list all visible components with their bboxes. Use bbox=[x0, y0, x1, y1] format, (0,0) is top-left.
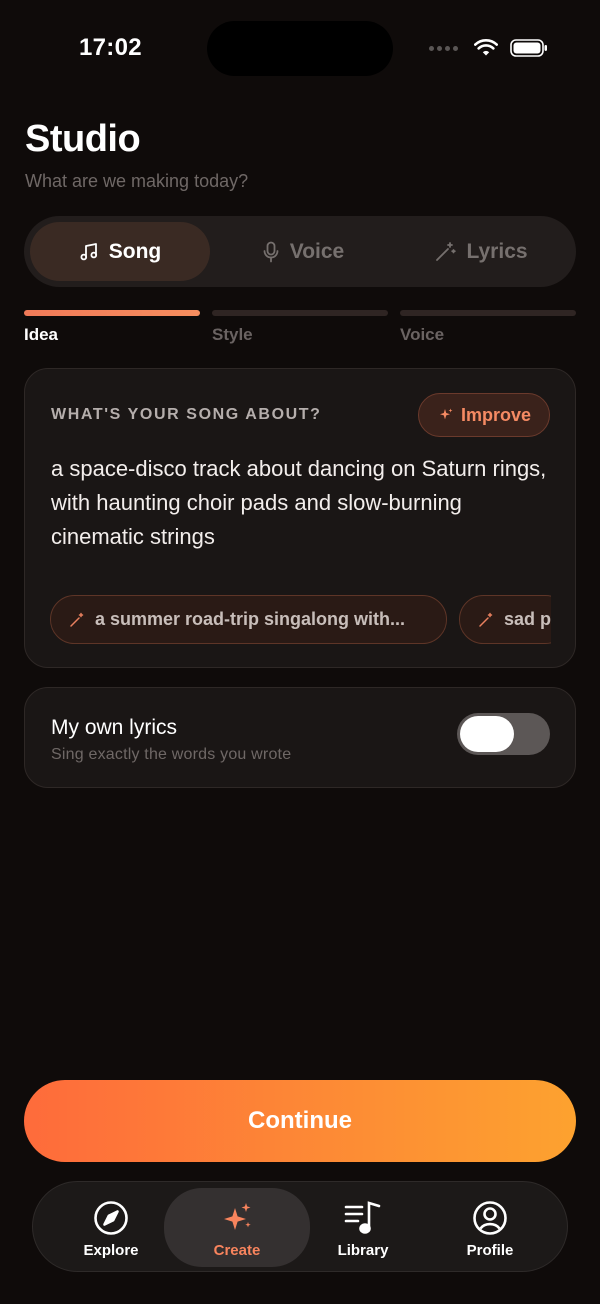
tab-song-label: Song bbox=[108, 239, 162, 263]
tab-song[interactable]: Song bbox=[30, 222, 210, 281]
own-lyrics-subtitle: Sing exactly the words you wrote bbox=[51, 746, 292, 763]
suggestion-chip[interactable]: sad p bbox=[459, 595, 551, 644]
sparkles-icon bbox=[224, 1203, 251, 1230]
tab-profile[interactable]: Profile bbox=[426, 1188, 554, 1267]
tab-create[interactable]: Create bbox=[164, 1188, 310, 1267]
wifi-icon bbox=[474, 39, 498, 56]
tab-explore[interactable]: Explore bbox=[47, 1188, 175, 1267]
improve-button[interactable]: Improve bbox=[417, 393, 550, 437]
suggestion-chips[interactable]: a summer road-trip singalong with... sad… bbox=[50, 595, 551, 645]
step-style-bar bbox=[212, 310, 388, 316]
dynamic-island bbox=[207, 21, 393, 76]
step-idea[interactable]: Idea bbox=[24, 310, 200, 345]
suggestion-chip[interactable]: a summer road-trip singalong with... bbox=[50, 595, 447, 644]
song-idea-heading: WHAT'S YOUR SONG ABOUT? bbox=[51, 406, 322, 423]
song-idea-card: WHAT'S YOUR SONG ABOUT? Improve a space-… bbox=[24, 368, 576, 668]
step-voice[interactable]: Voice bbox=[400, 310, 576, 345]
signal-dots-icon bbox=[429, 45, 458, 51]
tab-profile-label: Profile bbox=[466, 1242, 514, 1259]
tab-voice-label: Voice bbox=[289, 239, 345, 263]
sparkle-icon bbox=[439, 408, 453, 420]
magic-wand-icon bbox=[479, 612, 493, 627]
step-idea-bar bbox=[24, 310, 200, 316]
tab-lyrics[interactable]: Lyrics bbox=[392, 222, 570, 281]
status-time: 17:02 bbox=[79, 34, 142, 61]
own-lyrics-title: My own lyrics bbox=[51, 716, 178, 739]
toggle-knob bbox=[460, 716, 514, 752]
bottom-tab-bar: Explore Create Library Profile bbox=[32, 1181, 568, 1272]
tab-explore-label: Explore bbox=[83, 1242, 139, 1259]
status-icons bbox=[429, 36, 548, 60]
own-lyrics-toggle[interactable] bbox=[457, 713, 550, 755]
improve-label: Improve bbox=[460, 404, 531, 425]
page-title: Studio bbox=[25, 118, 141, 160]
tab-voice[interactable]: Voice bbox=[214, 222, 392, 281]
tab-library[interactable]: Library bbox=[299, 1188, 427, 1267]
microphone-icon bbox=[263, 241, 279, 262]
step-voice-label: Voice bbox=[400, 325, 445, 344]
suggestion-chip-label: a summer road-trip singalong with... bbox=[95, 609, 406, 629]
continue-button[interactable]: Continue bbox=[24, 1080, 576, 1162]
step-style-label: Style bbox=[212, 325, 253, 344]
magic-wand-icon bbox=[436, 241, 457, 261]
magic-wand-icon bbox=[70, 612, 84, 627]
step-idea-label: Idea bbox=[24, 325, 59, 344]
tab-lyrics-label: Lyrics bbox=[466, 239, 528, 263]
status-bar: 17:02 bbox=[0, 0, 600, 96]
tab-create-label: Create bbox=[213, 1242, 261, 1259]
battery-icon bbox=[510, 39, 547, 57]
step-style[interactable]: Style bbox=[212, 310, 388, 345]
own-lyrics-card: My own lyrics Sing exactly the words you… bbox=[24, 687, 576, 788]
song-idea-input[interactable]: a space-disco track about dancing on Sat… bbox=[51, 452, 551, 554]
profile-icon bbox=[473, 1201, 507, 1235]
compass-icon bbox=[94, 1201, 128, 1235]
music-note-icon bbox=[80, 242, 97, 260]
tab-library-label: Library bbox=[337, 1242, 389, 1259]
library-icon bbox=[344, 1201, 381, 1234]
step-voice-bar bbox=[400, 310, 576, 316]
page-subtitle: What are we making today? bbox=[25, 171, 249, 191]
mode-tabs: Song Voice Lyrics bbox=[24, 216, 576, 287]
suggestion-chip-label: sad p bbox=[504, 609, 551, 629]
